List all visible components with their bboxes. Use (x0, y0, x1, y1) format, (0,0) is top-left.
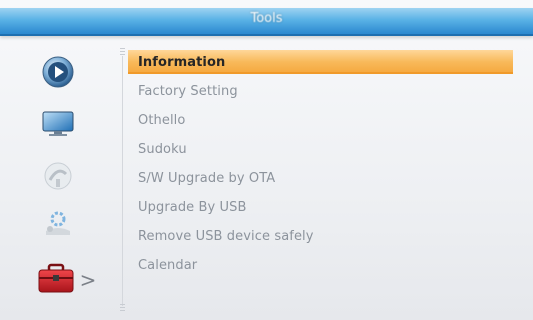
satellite-icon (41, 159, 75, 197)
scroll-track (122, 56, 123, 306)
tools-menu-list: Information Factory Setting Othello Sudo… (128, 46, 533, 316)
title-bar: Tools (0, 8, 533, 36)
menu-item-label: Sudoku (138, 141, 187, 157)
menu-item-factory-setting[interactable]: Factory Setting (128, 79, 513, 103)
menu-item-othello[interactable]: Othello (128, 108, 513, 132)
sidebar-item-tv[interactable] (28, 106, 88, 146)
menu-item-sudoku[interactable]: Sudoku (128, 137, 513, 161)
menu-item-label: Calendar (138, 257, 198, 273)
sidebar-item-media[interactable] (28, 54, 88, 94)
menu-item-information[interactable]: Information (128, 50, 513, 74)
sidebar-item-satellite[interactable] (28, 158, 88, 198)
scroll-down-indicator (120, 304, 125, 312)
tools-menu-screen: Tools > Information Factory Setting Othe… (0, 0, 533, 320)
scroll-up-indicator (120, 48, 125, 56)
scrollbar[interactable] (120, 42, 126, 314)
sidebar-item-tools[interactable]: > (26, 260, 106, 300)
play-icon (41, 55, 75, 93)
sidebar-item-settings[interactable] (28, 206, 88, 246)
menu-item-label: Remove USB device safely (138, 228, 314, 244)
settings-icon (40, 207, 76, 245)
menu-item-calendar[interactable]: Calendar (128, 253, 513, 277)
menu-item-label: Upgrade By USB (138, 199, 247, 215)
menu-item-label: Othello (138, 112, 186, 128)
menu-item-label: S/W Upgrade by OTA (138, 170, 276, 186)
chevron-right-icon: > (79, 268, 97, 292)
menu-item-sw-upgrade-ota[interactable]: S/W Upgrade by OTA (128, 166, 513, 190)
page-title: Tools (250, 11, 283, 26)
menu-item-label: Information (138, 54, 226, 70)
menu-item-upgrade-usb[interactable]: Upgrade By USB (128, 195, 513, 219)
menu-item-label: Factory Setting (138, 83, 238, 99)
tv-icon (40, 109, 76, 143)
category-sidebar: > (0, 36, 118, 320)
menu-item-remove-usb[interactable]: Remove USB device safely (128, 224, 513, 248)
toolbox-icon (36, 261, 76, 299)
